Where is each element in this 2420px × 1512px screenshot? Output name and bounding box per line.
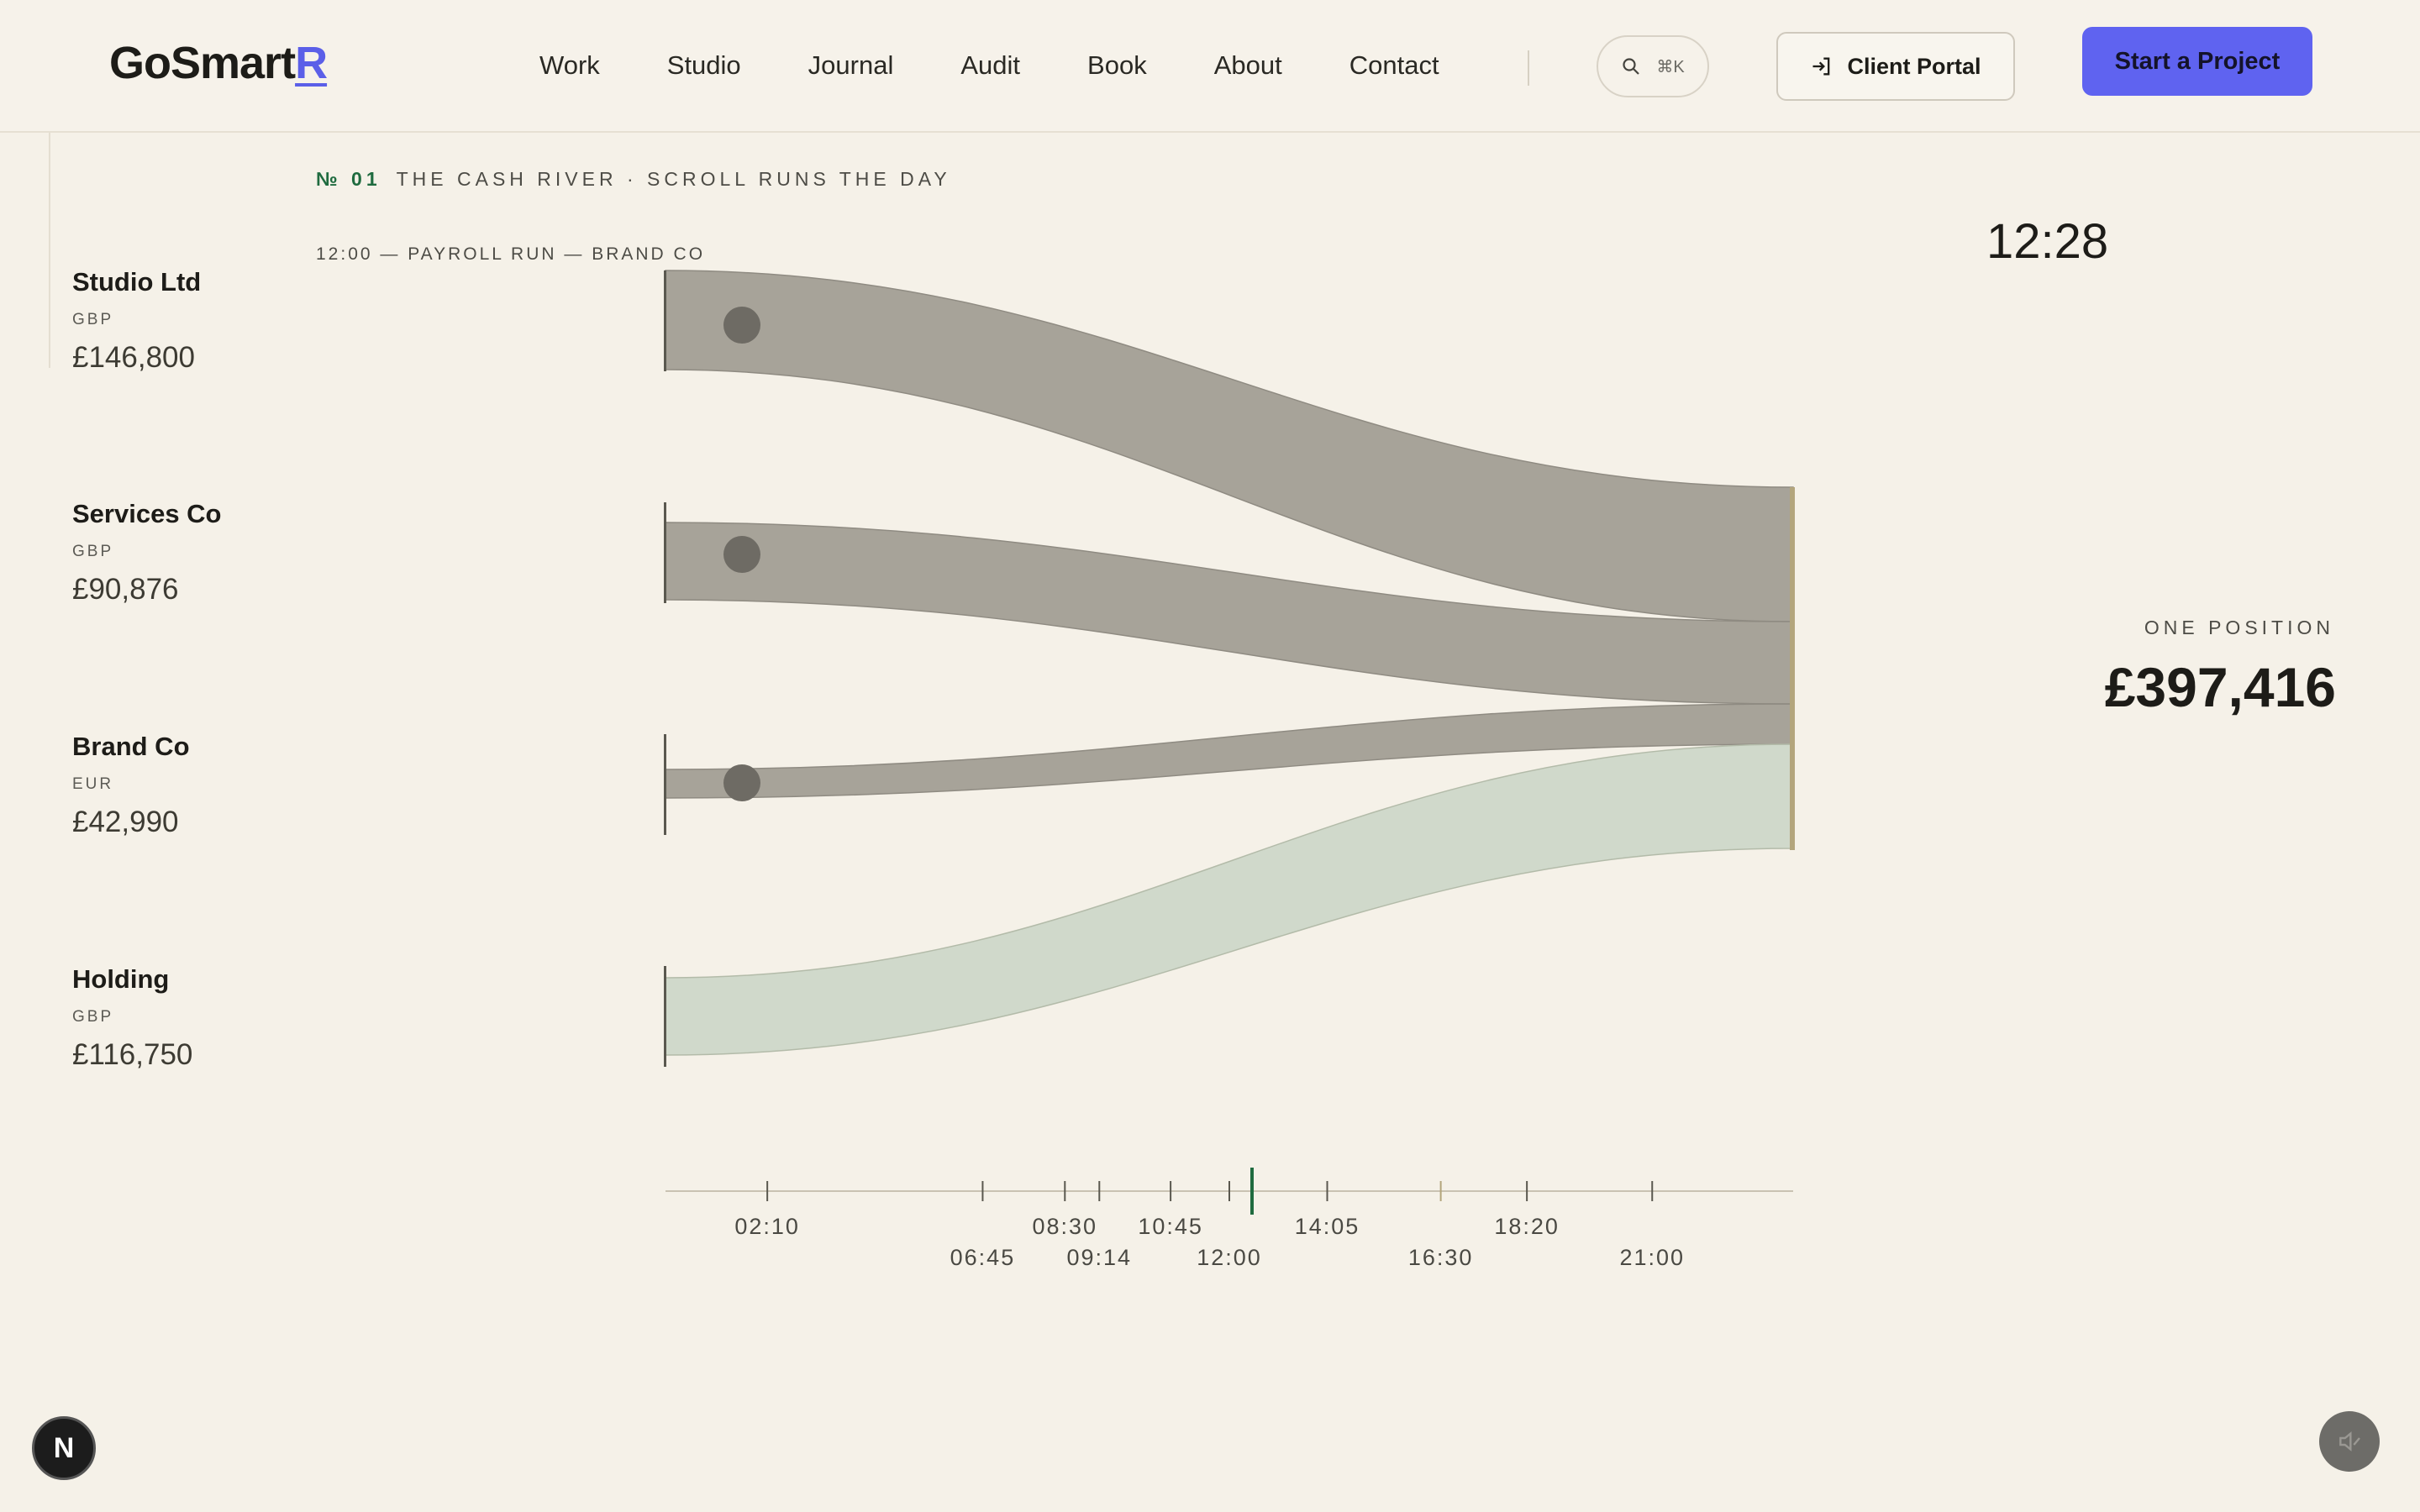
timeline-tick-label: 09:14 — [1067, 1245, 1133, 1270]
timeline-tick-label: 16:30 — [1408, 1245, 1474, 1270]
timeline-tick-label: 21:00 — [1619, 1245, 1685, 1270]
source-bar-studio-ltd — [664, 270, 666, 371]
timeline-tick-label: 06:45 — [950, 1245, 1016, 1270]
timeline-ticks[interactable]: 02:10 06:45 08:30 09:1410:45 12:00 14:05 16:30… — [734, 1181, 1685, 1270]
timeline-tick-label: 10:45 — [1138, 1214, 1203, 1239]
source-bar-holding — [664, 966, 666, 1067]
cash-river-diagram: 02:10 06:45 08:30 09:1410:45 12:00 14:05 16:30… — [664, 270, 1795, 1270]
timeline-tick-label: 02:10 — [734, 1214, 800, 1239]
timeline-tick-label: 14:05 — [1295, 1214, 1360, 1239]
source-bar-brand-co — [664, 734, 666, 835]
timeline-tick-label: 18:20 — [1494, 1214, 1560, 1239]
mute-icon — [2339, 1431, 2360, 1452]
cash-dot-studio-ltd — [723, 307, 760, 344]
timeline-tick-label: 08:30 — [1033, 1214, 1098, 1239]
timeline-tick-label: 12:00 — [1197, 1245, 1262, 1270]
position-bar — [1790, 487, 1795, 850]
cash-dot-brand-co — [723, 764, 760, 801]
cash-dot-services-co — [723, 536, 760, 573]
source-bar-services-co — [664, 502, 666, 603]
sound-toggle-button[interactable] — [2319, 1411, 2380, 1472]
framework-badge[interactable]: N — [32, 1416, 96, 1480]
